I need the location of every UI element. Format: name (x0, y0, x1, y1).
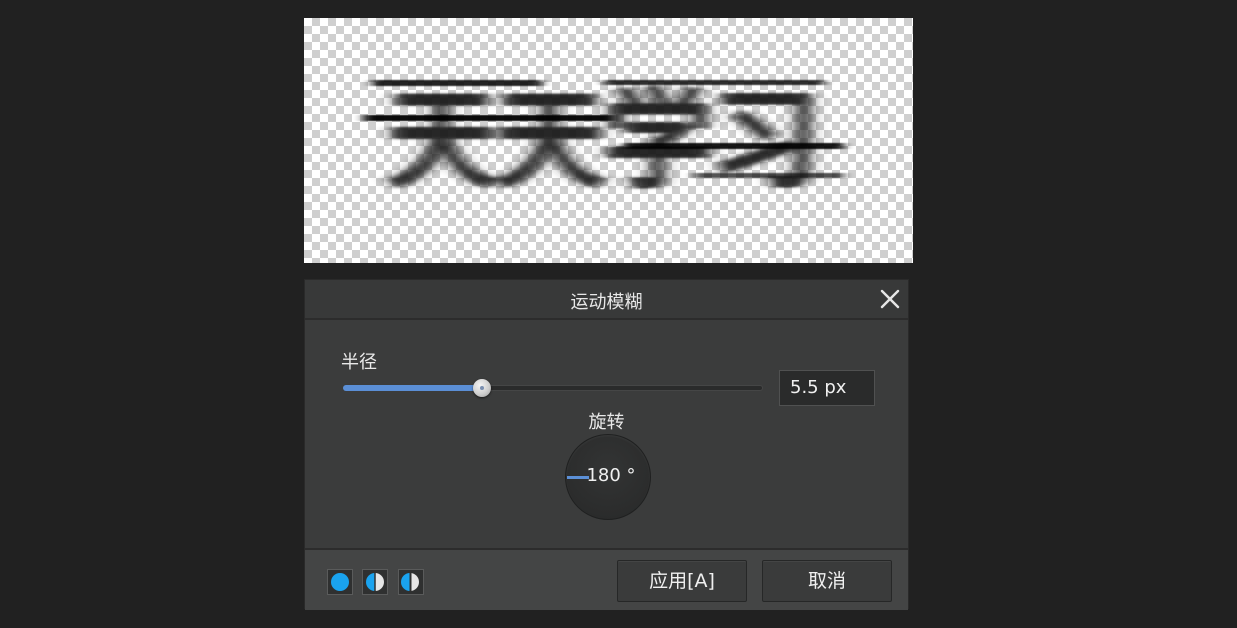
preview-text-ghost: 天天学习 (388, 79, 820, 204)
preview-mode-split-button[interactable] (362, 569, 388, 595)
cancel-button[interactable]: 取消 (762, 560, 892, 602)
dialog-footer: 应用[A] 取消 (305, 548, 908, 610)
radius-slider[interactable] (343, 379, 763, 397)
dialog-title: 运动模糊 (570, 292, 643, 313)
rotation-label: 旋转 (588, 412, 625, 433)
rotation-value: 180 ° (586, 465, 636, 486)
radius-slider-handle[interactable] (473, 379, 491, 397)
rotation-dial[interactable]: 180 ° (565, 434, 651, 520)
radius-slider-fill (343, 385, 482, 391)
close-button[interactable] (878, 287, 902, 311)
preview-mode-full-button[interactable] (327, 569, 353, 595)
radius-label: 半径 (341, 352, 377, 373)
half-circle-split-icon (366, 572, 384, 592)
dialog-titlebar: 运动模糊 (305, 280, 908, 320)
half-circle-compare-icon (401, 572, 419, 592)
blurred-text-preview: 天天学习 天天学习 (364, 79, 844, 204)
full-circle-icon (331, 573, 349, 591)
motion-blur-dialog: 运动模糊 半径 5.5 px 旋转 180 ° 应用[A] 取消 (304, 279, 909, 610)
app-stage: 天天学习 天天学习 运动模糊 半径 5.5 px 旋转 180 ° 应用[A] … (0, 0, 1237, 628)
preview-mode-compare-button[interactable] (398, 569, 424, 595)
close-icon (880, 289, 900, 309)
apply-button[interactable]: 应用[A] (617, 560, 747, 602)
dialog-body: 半径 5.5 px 旋转 180 ° (305, 320, 908, 548)
radius-value-field[interactable]: 5.5 px (779, 370, 875, 406)
preview-canvas: 天天学习 天天学习 (304, 18, 913, 263)
